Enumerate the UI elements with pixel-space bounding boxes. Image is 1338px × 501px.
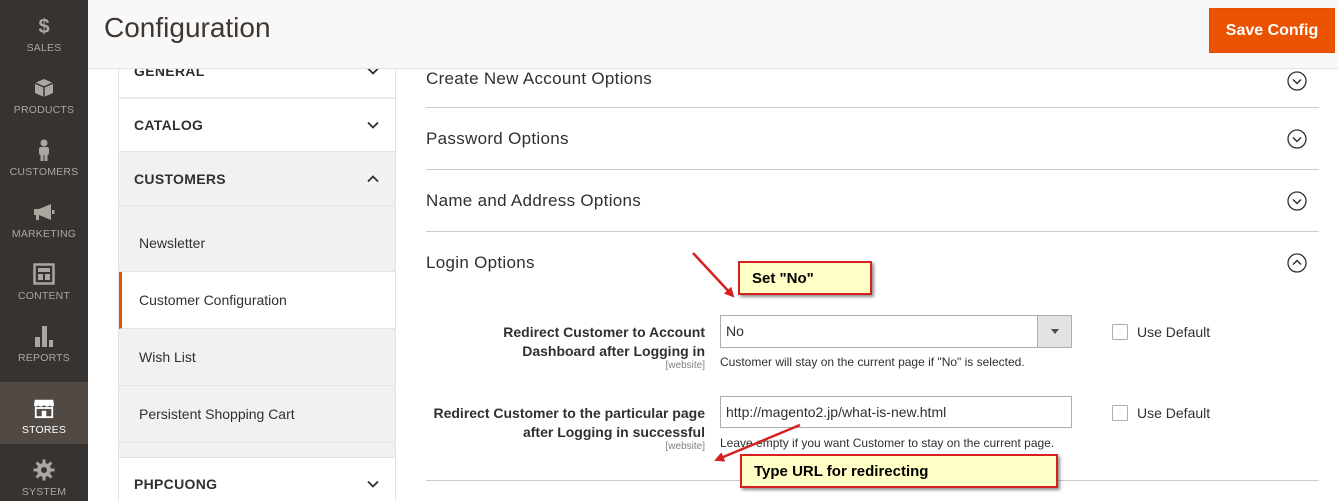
redirect-dashboard-note: Customer will stay on the current page i… <box>720 355 1025 369</box>
nav-content[interactable]: CONTENT <box>0 248 88 310</box>
annotation-type-url: Type URL for redirecting <box>740 454 1058 488</box>
section-title: Password Options <box>426 128 569 148</box>
section-title: Create New Account Options <box>426 68 653 88</box>
tab-phpcuong[interactable]: PHPCUONG <box>119 457 395 501</box>
nav-sales-label: SALES <box>26 42 62 54</box>
tab-customers-label: CUSTOMERS <box>134 171 226 187</box>
config-tabs: GENERAL CATALOG CUSTOMERS Newsletter Cus… <box>118 69 396 501</box>
person-icon <box>33 139 55 161</box>
nav-stores-label: STORES <box>21 424 67 436</box>
use-default-url[interactable]: Use Default <box>1112 405 1210 421</box>
tab-general-label: GENERAL <box>134 69 205 79</box>
expand-circle-icon <box>1287 190 1307 211</box>
bar-chart-icon <box>33 325 55 347</box>
nav-system[interactable]: SYSTEM <box>0 444 88 501</box>
cube-icon <box>33 77 55 99</box>
nav-customers-label: CUSTOMERS <box>9 166 79 178</box>
tab-catalog[interactable]: CATALOG <box>119 99 395 152</box>
chevron-down-icon <box>367 480 379 488</box>
tab-item-customer-configuration[interactable]: Customer Configuration <box>119 272 395 329</box>
expand-circle-icon <box>1287 128 1307 149</box>
page-title: Configuration <box>104 12 271 43</box>
admin-sidebar: $ SALES PRODUCTS CUSTOMERS MARKETING CON… <box>0 0 88 501</box>
tab-phpcuong-label: PHPCUONG <box>134 475 218 492</box>
nav-products-label: PRODUCTS <box>13 104 75 116</box>
use-default-label: Use Default <box>1137 324 1211 340</box>
collapse-circle-icon[interactable] <box>1287 253 1307 273</box>
nav-stores[interactable]: STORES <box>0 382 88 444</box>
nav-system-label: SYSTEM <box>21 486 67 498</box>
redirect-url-input[interactable]: http://magento2.jp/what-is-new.html <box>720 396 1072 428</box>
label-line: Redirect Customer to Account <box>503 324 705 340</box>
annotation-set-no: Set "No" <box>738 261 872 295</box>
section-name-address-options[interactable]: Name and Address Options <box>426 170 1319 232</box>
select-value: No <box>726 323 744 339</box>
scope-website: [website] <box>665 441 705 452</box>
tab-item-persistent-shopping-cart[interactable]: Persistent Shopping Cart <box>119 386 395 443</box>
svg-text:$: $ <box>38 16 49 37</box>
label-line: Dashboard after Logging in <box>522 343 705 359</box>
chevron-up-icon <box>367 175 379 183</box>
layout-icon <box>33 263 55 285</box>
megaphone-icon <box>33 201 55 223</box>
redirect-url-label: Redirect Customer to the particular page… <box>405 404 705 442</box>
chevron-down-icon <box>367 121 379 129</box>
tab-general[interactable]: GENERAL <box>119 69 395 98</box>
storefront-icon <box>33 397 55 419</box>
expand-circle-icon <box>1287 70 1307 91</box>
nav-customers[interactable]: CUSTOMERS <box>0 124 88 186</box>
chevron-down-icon <box>367 69 379 75</box>
section-title[interactable]: Login Options <box>426 253 535 273</box>
section-title: Name and Address Options <box>426 190 642 210</box>
gear-icon <box>33 459 55 481</box>
redirect-url-note: Leave empty if you want Customer to stay… <box>720 436 1055 450</box>
redirect-dashboard-label: Redirect Customer to Account Dashboard a… <box>420 323 705 361</box>
nav-reports-label: REPORTS <box>18 352 70 364</box>
tab-item-wish-list[interactable]: Wish List <box>119 329 395 386</box>
nav-marketing[interactable]: MARKETING <box>0 186 88 248</box>
scope-website: [website] <box>665 360 705 371</box>
redirect-dashboard-select[interactable]: No <box>720 315 1072 348</box>
section-password-options[interactable]: Password Options <box>426 108 1319 170</box>
tab-catalog-label: CATALOG <box>134 117 204 133</box>
section-create-new-account[interactable]: Create New Account Options <box>426 46 1319 108</box>
nav-marketing-label: MARKETING <box>11 228 77 240</box>
nav-sales[interactable]: $ SALES <box>0 0 88 62</box>
use-default-dashboard[interactable]: Use Default <box>1112 324 1210 340</box>
dropdown-arrow-icon[interactable] <box>1037 316 1071 347</box>
tab-customers[interactable]: CUSTOMERS <box>119 153 395 206</box>
nav-reports[interactable]: REPORTS <box>0 310 88 372</box>
use-default-checkbox[interactable] <box>1112 324 1128 340</box>
dollar-icon: $ <box>33 15 55 37</box>
label-line: after Logging in successful <box>522 424 705 440</box>
nav-content-label: CONTENT <box>17 290 71 302</box>
use-default-label: Use Default <box>1137 405 1211 421</box>
label-line: Redirect Customer to the particular page <box>433 405 705 421</box>
use-default-checkbox[interactable] <box>1112 405 1128 421</box>
nav-products[interactable]: PRODUCTS <box>0 62 88 124</box>
tab-item-newsletter[interactable]: Newsletter <box>119 215 395 272</box>
